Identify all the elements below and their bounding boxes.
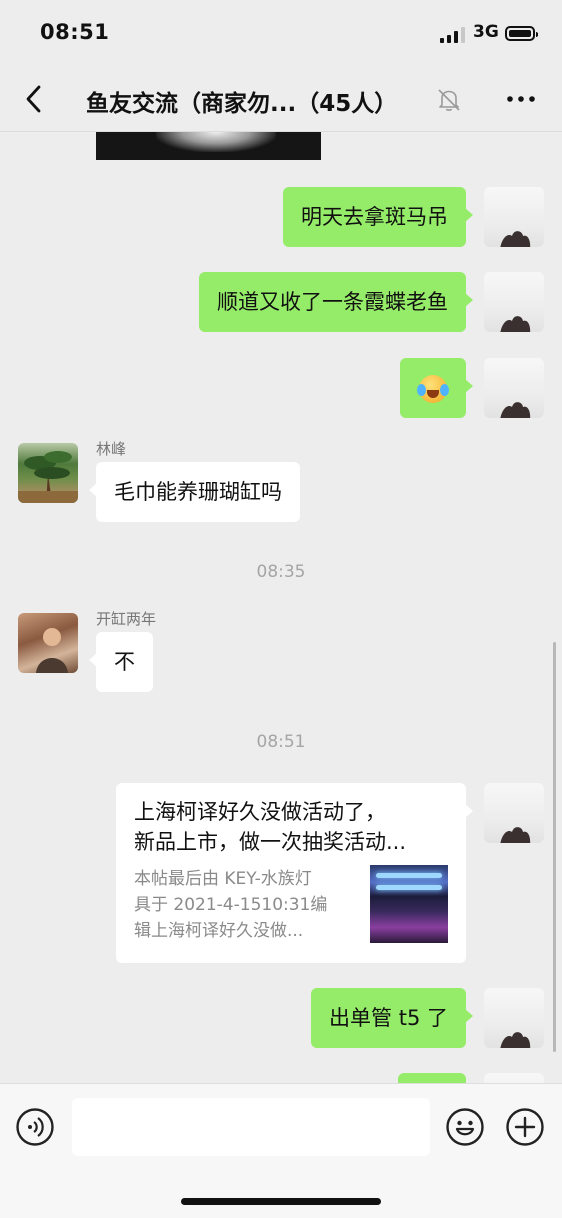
message-input-bar (0, 1083, 562, 1218)
my-emoji-message[interactable] (400, 358, 473, 418)
network-type: 3G (473, 22, 499, 42)
group-title[interactable]: 鱼友交流（商家勿...（45人） (86, 84, 397, 118)
back-arrow-icon[interactable] (20, 84, 50, 114)
voice-input-icon[interactable] (16, 1108, 54, 1146)
my-message-bubble[interactable]: 顺道又收了一条霞蝶老鱼 (199, 272, 473, 332)
my-avatar[interactable] (484, 1073, 544, 1083)
bonsai-tree-icon (18, 451, 78, 503)
battery-icon (505, 26, 538, 41)
avatar-figure-icon (500, 1032, 531, 1048)
my-avatar[interactable] (484, 272, 544, 332)
chat-header: 鱼友交流（商家勿...（45人） (0, 70, 562, 132)
emoji-face-icon[interactable] (446, 1108, 484, 1146)
link-description: 本帖最后由 KEY-水族灯 具于 2021-4-1510:31编 辑上海柯译好久… (134, 866, 349, 944)
add-plus-icon[interactable] (506, 1108, 544, 1146)
avatar-figure-icon (500, 827, 531, 843)
my-message-bubble[interactable]: 明天去拿斑马吊 (283, 187, 473, 247)
link-title-line: 新品上市，做一次抽奖活动... (134, 830, 407, 854)
link-desc-line: 具于 2021-4-1510:31编 (134, 895, 328, 915)
more-options-icon[interactable] (504, 84, 538, 114)
laughing-crying-emoji-icon (417, 375, 449, 403)
chat-message-list[interactable]: 明天去拿斑马吊 顺道又收了一条霞蝶老鱼 林峰 毛巾能养珊瑚缸吗 08:35 开缸… (0, 132, 562, 1083)
other-message-bubble[interactable]: 不 (89, 632, 153, 692)
signal-icon (440, 27, 466, 43)
message-timestamp: 08:35 (256, 562, 306, 582)
home-indicator[interactable] (181, 1198, 381, 1205)
my-avatar[interactable] (484, 187, 544, 247)
link-desc-line: 辑上海柯译好久没做... (134, 921, 304, 941)
link-title-line: 上海柯译好久没做活动了， (134, 800, 386, 824)
message-timestamp: 08:51 (256, 732, 306, 752)
status-bar: 08:51 3G (0, 0, 562, 70)
message-text-input[interactable] (72, 1098, 430, 1156)
status-time: 08:51 (40, 20, 110, 44)
sender-avatar[interactable] (18, 613, 78, 673)
image-message[interactable] (96, 132, 321, 160)
link-thumbnail (370, 865, 448, 943)
link-desc-line: 本帖最后由 KEY-水族灯 (134, 869, 312, 889)
other-message-bubble[interactable]: 毛巾能养珊瑚缸吗 (89, 462, 300, 522)
avatar-figure-icon (500, 402, 531, 418)
link-share-card[interactable]: 上海柯译好久没做活动了， 新品上市，做一次抽奖活动... 本帖最后由 KEY-水… (116, 783, 473, 963)
scrollbar[interactable] (553, 642, 556, 1052)
my-avatar[interactable] (484, 988, 544, 1048)
sender-name: 林峰 (96, 440, 127, 458)
mute-bell-icon (438, 89, 460, 111)
avatar-figure-icon (500, 316, 531, 332)
sender-avatar[interactable] (18, 443, 78, 503)
my-avatar[interactable] (484, 358, 544, 418)
sender-name: 开缸两年 (96, 610, 157, 628)
my-message-bubble[interactable]: 出单管 t5 了 (311, 988, 473, 1048)
my-message-bubble[interactable] (398, 1073, 466, 1083)
person-photo-icon (36, 628, 68, 673)
my-avatar[interactable] (484, 783, 544, 843)
avatar-figure-icon (500, 231, 531, 247)
